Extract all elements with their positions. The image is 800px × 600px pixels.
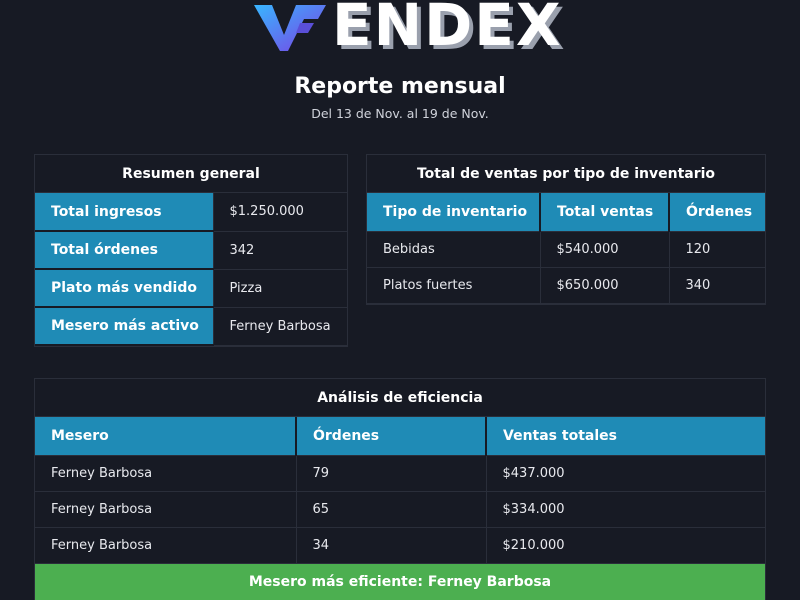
table-row: Bebidas $540.000 120 — [367, 231, 765, 268]
table-cell: 120 — [669, 231, 765, 268]
table-cell: $334.000 — [486, 491, 765, 528]
table-cell: $210.000 — [486, 527, 765, 564]
column-header: Total ventas — [540, 193, 670, 232]
table-row: Plato más vendido Pizza — [35, 269, 347, 308]
brand-logo: ENDEX — [252, 0, 563, 56]
efficiency-title: Análisis de eficiencia — [35, 379, 765, 417]
summary-label: Plato más vendido — [35, 269, 214, 308]
logo-mark-icon — [254, 5, 326, 51]
table-cell: Ferney Barbosa — [35, 491, 297, 528]
table-cell: $650.000 — [540, 267, 670, 304]
column-header: Tipo de inventario — [367, 193, 541, 232]
inventory-table: Tipo de inventario Total ventas Órdenes … — [367, 193, 765, 304]
table-row: Ferney Barbosa 65 $334.000 — [35, 491, 765, 528]
summary-table: Total ingresos $1.250.000 Total órdenes … — [35, 193, 347, 346]
column-header: Órdenes — [296, 417, 487, 456]
table-row: Total órdenes 342 — [35, 231, 347, 270]
table-cell: $437.000 — [486, 455, 765, 492]
table-row: Platos fuertes $650.000 340 — [367, 267, 765, 304]
summary-value: 342 — [213, 231, 347, 270]
table-cell: Ferney Barbosa — [35, 527, 297, 564]
column-header: Órdenes — [669, 193, 765, 232]
table-cell: 79 — [296, 455, 487, 492]
table-row: Mesero más activo Ferney Barbosa — [35, 307, 347, 346]
page-subtitle: Del 13 de Nov. al 19 de Nov. — [311, 106, 489, 121]
summary-value: Ferney Barbosa — [213, 307, 347, 346]
table-row: Ferney Barbosa 79 $437.000 — [35, 455, 765, 492]
table-cell: $540.000 — [540, 231, 670, 268]
table-row: Ferney Barbosa 34 $210.000 — [35, 527, 765, 564]
inventory-panel: Total de ventas por tipo de inventario T… — [366, 154, 766, 305]
most-efficient-banner: Mesero más eficiente: Ferney Barbosa — [35, 563, 765, 600]
table-cell: 340 — [669, 267, 765, 304]
summary-value: Pizza — [213, 269, 347, 308]
summary-label: Total ingresos — [35, 193, 214, 232]
inventory-title: Total de ventas por tipo de inventario — [367, 155, 765, 193]
summary-value: $1.250.000 — [213, 193, 347, 232]
efficiency-table: Mesero Órdenes Ventas totales Ferney Bar… — [35, 417, 765, 564]
table-cell: Ferney Barbosa — [35, 455, 297, 492]
summary-label: Mesero más activo — [35, 307, 214, 346]
page-title: Reporte mensual — [294, 74, 506, 99]
column-header: Mesero — [35, 417, 297, 456]
table-cell: Platos fuertes — [367, 267, 541, 304]
summary-label: Total órdenes — [35, 231, 214, 270]
column-header: Ventas totales — [486, 417, 765, 456]
efficiency-panel: Análisis de eficiencia Mesero Órdenes Ve… — [34, 378, 766, 600]
table-header-row: Tipo de inventario Total ventas Órdenes — [367, 193, 765, 232]
table-cell: 65 — [296, 491, 487, 528]
logo-text: ENDEX — [332, 0, 563, 59]
summary-panel: Resumen general Total ingresos $1.250.00… — [34, 154, 348, 347]
table-row: Total ingresos $1.250.000 — [35, 193, 347, 232]
table-cell: Bebidas — [367, 231, 541, 268]
table-cell: 34 — [296, 527, 487, 564]
summary-title: Resumen general — [35, 155, 347, 193]
table-header-row: Mesero Órdenes Ventas totales — [35, 417, 765, 456]
